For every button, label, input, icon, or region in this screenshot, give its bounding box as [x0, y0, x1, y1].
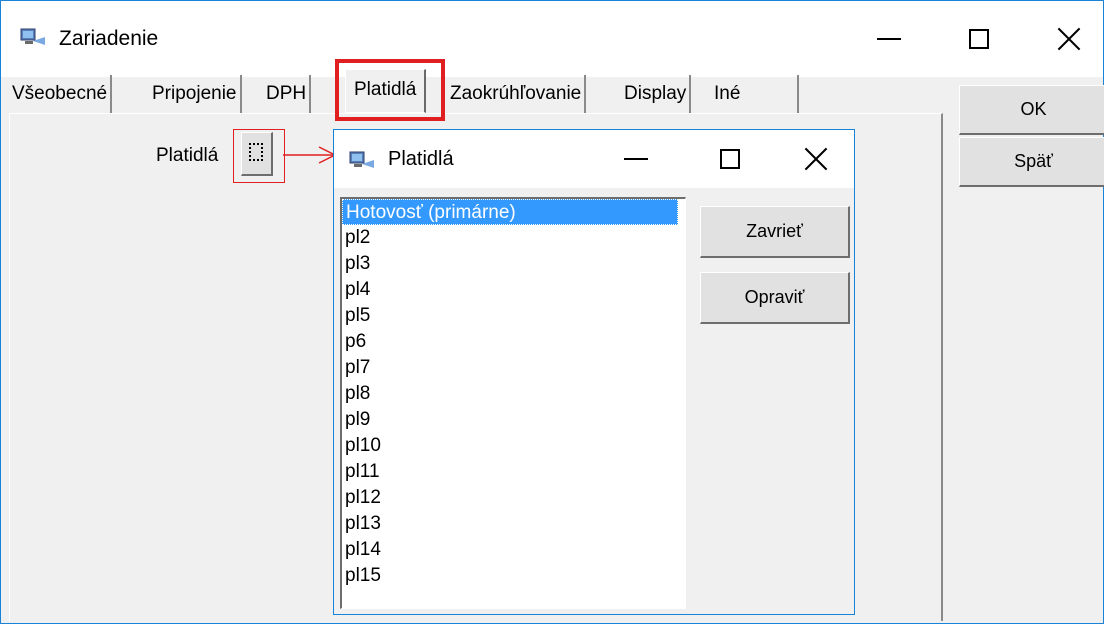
tab-vseobecne[interactable]: Všeobecné: [9, 75, 113, 113]
list-item[interactable]: pl14: [342, 537, 685, 563]
title-bar[interactable]: Zariadenie: [1, 1, 1103, 77]
dialog-maximize-button[interactable]: [700, 130, 760, 188]
list-item[interactable]: pl9: [342, 407, 685, 433]
tab-dph[interactable]: DPH: [263, 75, 312, 113]
opravit-button[interactable]: Opraviť: [700, 272, 850, 324]
tab-pripojenie[interactable]: Pripojenie: [149, 75, 242, 113]
minimize-button[interactable]: [859, 9, 919, 69]
platidla-dialog: Platidlá Hotovosť (primárne) pl2 pl3 pl4 pl5…: [333, 129, 855, 615]
dialog-close-button[interactable]: [786, 130, 846, 188]
picker-highlight-annotation: [233, 129, 285, 183]
platidla-label: Platidlá: [156, 145, 219, 166]
list-item[interactable]: pl11: [342, 459, 685, 485]
tab-zaokruhlovanie[interactable]: Zaokrúhľovanie: [447, 75, 587, 113]
back-button[interactable]: Späť: [959, 137, 1104, 187]
list-item[interactable]: pl12: [342, 485, 685, 511]
tab-highlight-annotation: [335, 59, 445, 121]
list-item[interactable]: pl8: [342, 381, 685, 407]
list-item[interactable]: pl15: [342, 563, 685, 589]
platidla-listbox[interactable]: Hotovosť (primárne) pl2 pl3 pl4 pl5 p6 pl7 pl8 p…: [340, 197, 686, 609]
window-title: Zariadenie: [59, 27, 159, 50]
list-item[interactable]: pl5: [342, 303, 685, 329]
main-window: Zariadenie Všeobecné Pripojenie DPH Plat…: [0, 0, 1104, 624]
zavriet-button[interactable]: Zavrieť: [700, 206, 850, 258]
monitor-network-icon: [349, 151, 374, 168]
tab-ine[interactable]: Iné: [711, 75, 799, 113]
ok-button[interactable]: OK: [959, 85, 1104, 135]
list-item[interactable]: Hotovosť (primárne): [342, 199, 678, 225]
maximize-button[interactable]: [949, 9, 1009, 69]
maximize-icon: [969, 29, 989, 49]
platidla-list: Hotovosť (primárne) pl2 pl3 pl4 pl5 p6 pl7 pl8 p…: [342, 199, 685, 589]
list-item[interactable]: pl2: [342, 225, 685, 251]
list-item[interactable]: pl4: [342, 277, 685, 303]
arrow-annotation-icon: [283, 146, 337, 164]
maximize-icon: [720, 149, 740, 169]
tab-display[interactable]: Display: [621, 75, 692, 113]
dialog-minimize-button[interactable]: [606, 130, 666, 188]
close-icon: [1057, 27, 1081, 51]
monitor-network-icon: [20, 28, 45, 45]
list-item[interactable]: pl13: [342, 511, 685, 537]
list-item[interactable]: pl7: [342, 355, 685, 381]
close-button[interactable]: [1039, 9, 1099, 69]
list-item[interactable]: p6: [342, 329, 685, 355]
list-item[interactable]: pl10: [342, 433, 685, 459]
dialog-title-bar[interactable]: Platidlá: [334, 130, 854, 188]
minimize-icon: [624, 158, 648, 160]
list-item[interactable]: pl3: [342, 251, 685, 277]
minimize-icon: [877, 38, 901, 40]
dialog-title: Platidlá: [388, 148, 454, 170]
close-icon: [804, 147, 828, 171]
